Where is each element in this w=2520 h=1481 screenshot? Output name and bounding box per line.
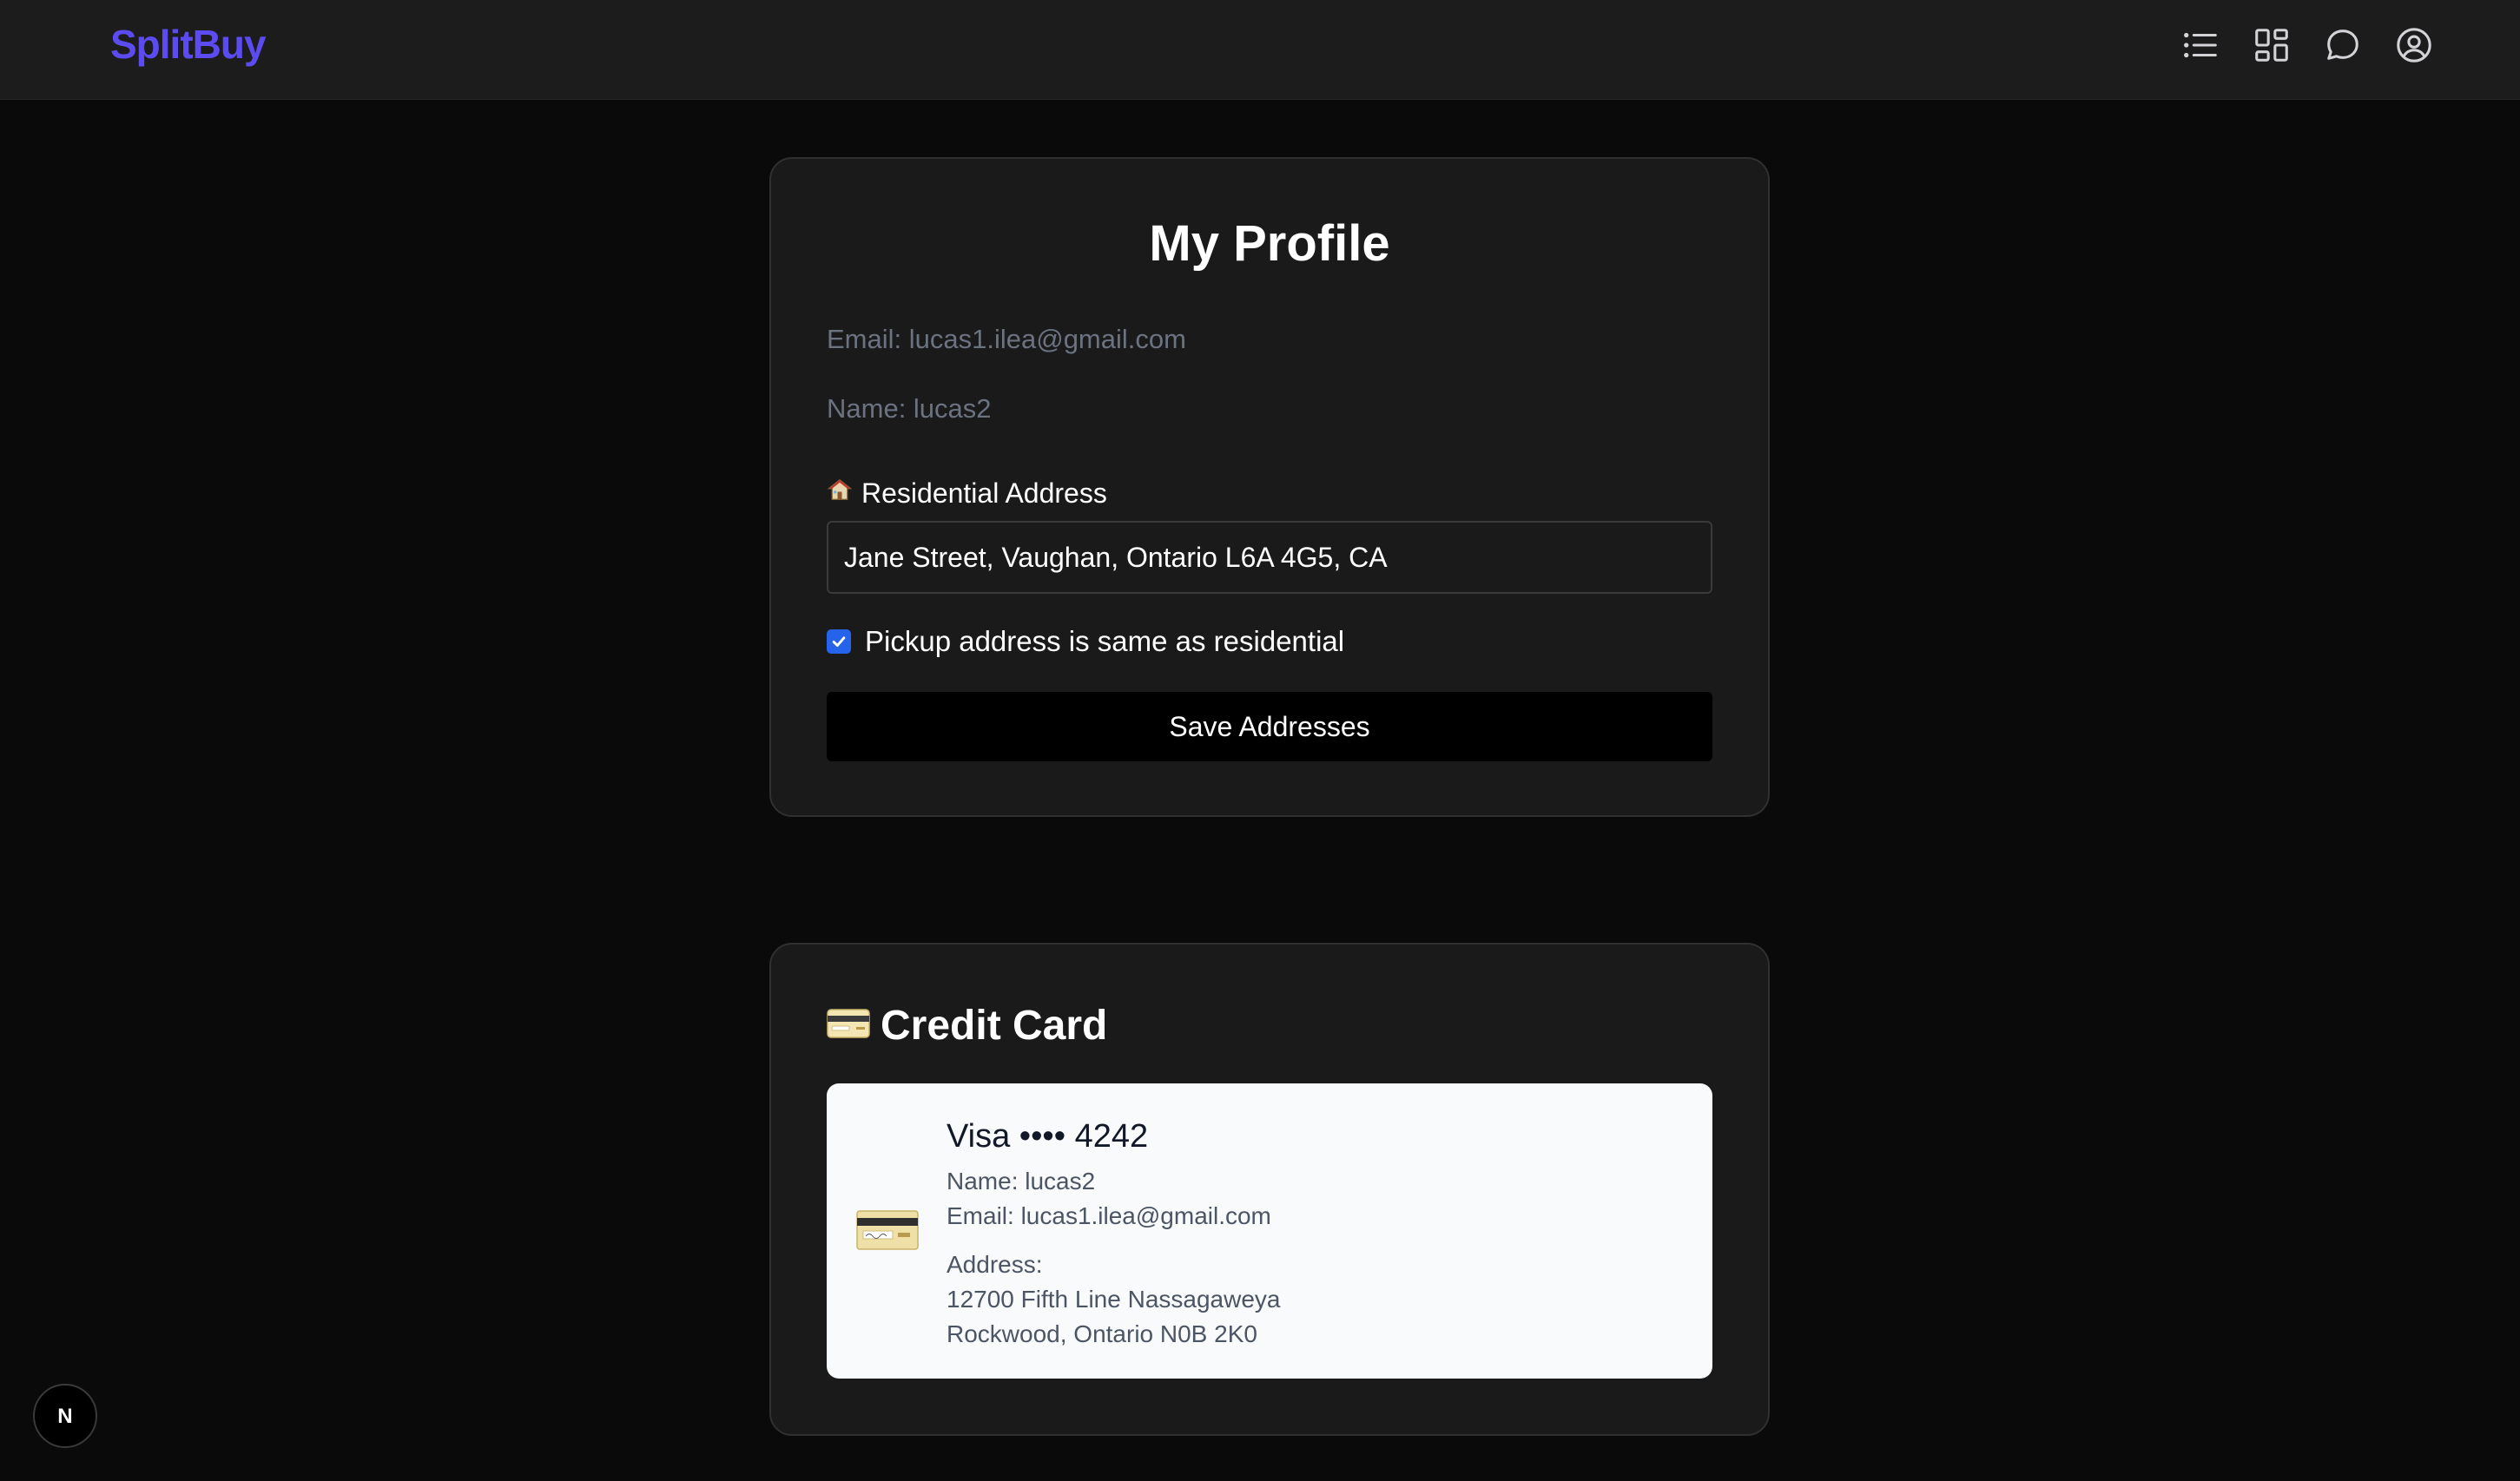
card-address-line1: 12700 Fifth Line Nassagaweya	[947, 1286, 1281, 1313]
residential-address-input[interactable]	[827, 521, 1712, 594]
check-icon	[832, 636, 846, 648]
profile-card: My Profile Email: lucas1.ilea@gmail.com …	[769, 157, 1770, 817]
chat-icon[interactable]	[2322, 24, 2364, 66]
pickup-same-checkbox[interactable]	[827, 629, 851, 654]
profile-name: Name: lucas2	[827, 393, 992, 424]
dev-tools-badge[interactable]: N	[33, 1384, 97, 1448]
house-icon	[827, 477, 853, 510]
card-address-line2: Rockwood, Ontario N0B 2K0	[947, 1320, 1257, 1347]
card-details: Visa •••• 4242 Name: lucas2 Email: lucas…	[947, 1118, 1280, 1352]
pickup-same-label: Pickup address is same as residential	[865, 625, 1345, 657]
svg-text:N: N	[57, 1405, 72, 1428]
credit-card-title: Credit Card	[881, 1003, 1108, 1049]
credit-card-section: Credit Card Visa •••• 4242 Name: lucas2 …	[769, 943, 1770, 1436]
card-email: Email: lucas1.ilea@gmail.com	[947, 1202, 1271, 1229]
user-icon[interactable]	[2393, 24, 2435, 66]
residential-address-label: Residential Address	[827, 477, 1107, 510]
nav-icons	[2180, 24, 2435, 66]
top-navbar: SplitBuy	[0, 0, 2520, 100]
app-logo[interactable]: SplitBuy	[110, 21, 267, 68]
page-title: My Profile	[1149, 215, 1390, 272]
credit-card-heading: Credit Card	[827, 1002, 1107, 1050]
list-icon[interactable]	[2180, 24, 2221, 66]
credit-card-icon	[827, 1002, 870, 1050]
saved-card-panel: Visa •••• 4242 Name: lucas2 Email: lucas…	[827, 1083, 1712, 1379]
profile-email: Email: lucas1.ilea@gmail.com	[827, 324, 1186, 354]
card-brand-number: Visa •••• 4242	[947, 1118, 1149, 1155]
save-addresses-button[interactable]: Save Addresses	[827, 692, 1712, 761]
pickup-same-row: Pickup address is same as residential	[827, 625, 1344, 658]
card-holder-name: Name: lucas2	[947, 1168, 1096, 1195]
residential-label-text: Residential Address	[861, 477, 1107, 509]
n-logo-icon: N	[57, 1405, 72, 1428]
grid-icon[interactable]	[2251, 24, 2292, 66]
card-thumbnail-icon	[856, 1208, 919, 1252]
card-address-label: Address:	[947, 1251, 1043, 1278]
